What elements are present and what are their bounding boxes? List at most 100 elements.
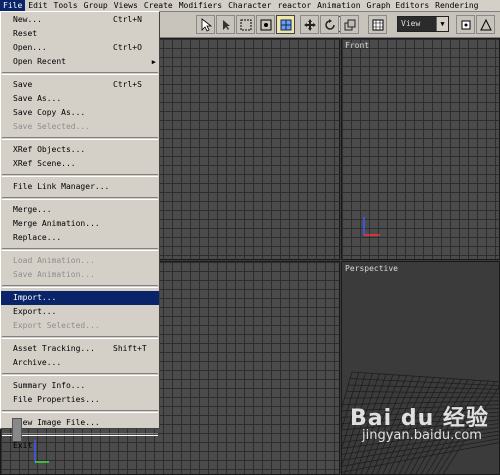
window-crossing-button[interactable]: [256, 15, 275, 34]
menu-item-open-recent[interactable]: Open Recent ▶: [1, 55, 159, 69]
select-and-link-button[interactable]: [276, 15, 295, 34]
menu-item-save[interactable]: Save Ctrl+S: [1, 78, 159, 92]
menu-item-merge-animation[interactable]: Merge Animation...: [1, 217, 159, 231]
menu-item-label: Exit: [13, 441, 33, 450]
menu-views[interactable]: Views: [111, 0, 141, 11]
menu-item-asset-tracking[interactable]: Asset Tracking... Shift+T: [1, 342, 159, 356]
menu-item-merge[interactable]: Merge...: [1, 203, 159, 217]
menu-item-xref-objects[interactable]: XRef Objects...: [1, 143, 159, 157]
grid-icon: [372, 19, 383, 30]
menu-separator: [2, 174, 158, 177]
menu-graph-editors[interactable]: Graph Editors: [364, 0, 433, 11]
menu-item-shortcut: Ctrl+O: [113, 43, 142, 52]
reference-coordinate-system-dropdown[interactable]: View ▼: [397, 16, 449, 32]
menu-animation[interactable]: Animation: [314, 0, 363, 11]
cursor-arrow-icon: [201, 17, 212, 32]
pivot-icon: [461, 20, 470, 29]
menu-item-label: Open...: [13, 43, 47, 52]
menu-character[interactable]: Character: [225, 0, 274, 11]
menu-separator: [2, 137, 158, 140]
menu-item-label: Export Selected...: [13, 321, 100, 330]
menu-item-xref-scene[interactable]: XRef Scene...: [1, 157, 159, 171]
menu-item-label: Save: [13, 80, 33, 89]
menu-separator: [2, 433, 158, 436]
menu-item-archive[interactable]: Archive...: [1, 356, 159, 370]
menu-item-label: Export...: [13, 307, 57, 316]
menu-separator: [2, 285, 158, 288]
manipulate-icon: [479, 18, 492, 30]
window-crossing-icon: [260, 19, 271, 30]
move-icon: [303, 18, 316, 31]
select-manipulate-button[interactable]: [476, 15, 495, 34]
menu-rendering[interactable]: Rendering: [432, 0, 481, 11]
menu-separator: [2, 336, 158, 339]
menu-item-shortcut: Shift+T: [113, 344, 147, 353]
menu-item-save-animation: Save Animation...: [1, 268, 159, 282]
grid-select-icon: [280, 19, 291, 30]
menu-item-view-image-file[interactable]: View Image File...: [1, 416, 159, 430]
menu-create[interactable]: Create: [141, 0, 176, 11]
menu-group[interactable]: Group: [81, 0, 111, 11]
menu-item-label: Archive...: [13, 358, 62, 367]
menu-item-label: View Image File...: [13, 418, 100, 427]
menu-edit[interactable]: Edit: [25, 0, 50, 11]
main-toolbar: ▼ View ▼: [160, 12, 500, 38]
menu-item-file-link-manager[interactable]: File Link Manager...: [1, 180, 159, 194]
menu-item-label: XRef Scene...: [13, 159, 76, 168]
menu-item-replace[interactable]: Replace...: [1, 231, 159, 245]
arrow-icon: [222, 19, 230, 30]
axis-tripod-icon: [363, 217, 380, 236]
tool-icon[interactable]: [12, 418, 22, 442]
selection-rectangle-icon: [240, 19, 251, 30]
viewport-label: Front: [345, 41, 370, 50]
menu-tools[interactable]: Tools: [51, 0, 81, 11]
menu-separator: [2, 72, 158, 75]
menu-file[interactable]: File: [0, 0, 26, 11]
menu-item-label: Replace...: [13, 233, 62, 242]
chevron-down-icon: ▼: [436, 17, 448, 31]
scale-button[interactable]: [340, 15, 359, 34]
menu-item-new[interactable]: New... Ctrl+N: [1, 13, 159, 27]
menu-item-export[interactable]: Export...: [1, 305, 159, 319]
menu-modifiers[interactable]: Modifiers: [176, 0, 225, 11]
rotate-button[interactable]: [320, 15, 339, 34]
menu-item-file-properties[interactable]: File Properties...: [1, 393, 159, 407]
menu-item-load-animation: Load Animation...: [1, 254, 159, 268]
menu-separator: [2, 410, 158, 413]
move-button[interactable]: [300, 15, 319, 34]
reference-coordinate-button[interactable]: [368, 15, 387, 34]
menu-item-exit[interactable]: Exit: [1, 439, 159, 453]
submenu-arrow-icon: ▶: [151, 58, 156, 66]
menu-item-label: Save Animation...: [13, 270, 95, 279]
rectangular-selection-button[interactable]: [236, 15, 255, 34]
select-by-name-button[interactable]: [216, 15, 235, 34]
menu-item-import[interactable]: Import...: [1, 291, 159, 305]
menu-item-label: Merge Animation...: [13, 219, 100, 228]
menu-item-open[interactable]: Open... Ctrl+O: [1, 41, 159, 55]
menu-reactor[interactable]: reactor: [274, 0, 314, 11]
viewport-front[interactable]: Front: [341, 38, 500, 260]
menu-item-reset[interactable]: Reset: [1, 27, 159, 41]
menu-item-label: XRef Objects...: [13, 145, 86, 154]
menu-item-label: Save Selected...: [13, 122, 91, 131]
menu-item-shortcut: Ctrl+N: [113, 15, 142, 24]
menu-item-export-selected: Export Selected...: [1, 319, 159, 333]
menu-item-label: File Properties...: [13, 395, 100, 404]
menu-item-label: File Link Manager...: [13, 182, 110, 191]
rotate-icon: [324, 18, 335, 30]
menu-item-label: Import...: [13, 293, 57, 302]
menu-item-label: Save Copy As...: [13, 108, 86, 117]
menu-item-save-copy-as[interactable]: Save Copy As...: [1, 106, 159, 120]
menu-item-summary-info[interactable]: Summary Info...: [1, 379, 159, 393]
menu-item-label: New...: [13, 15, 42, 24]
menu-item-label: Summary Info...: [13, 381, 86, 390]
menu-item-label: Open Recent: [13, 57, 66, 66]
pivot-center-button[interactable]: [456, 15, 475, 34]
menu-separator: [2, 248, 158, 251]
menu-item-label: Asset Tracking...: [13, 344, 95, 353]
baidu-watermark: Bai du 经验 jingyan.baidu.com: [350, 400, 500, 460]
menu-item-shortcut: Ctrl+S: [113, 80, 142, 89]
menu-item-label: Reset: [13, 29, 38, 38]
menu-item-save-as[interactable]: Save As...: [1, 92, 159, 106]
select-object-button[interactable]: [196, 15, 215, 34]
